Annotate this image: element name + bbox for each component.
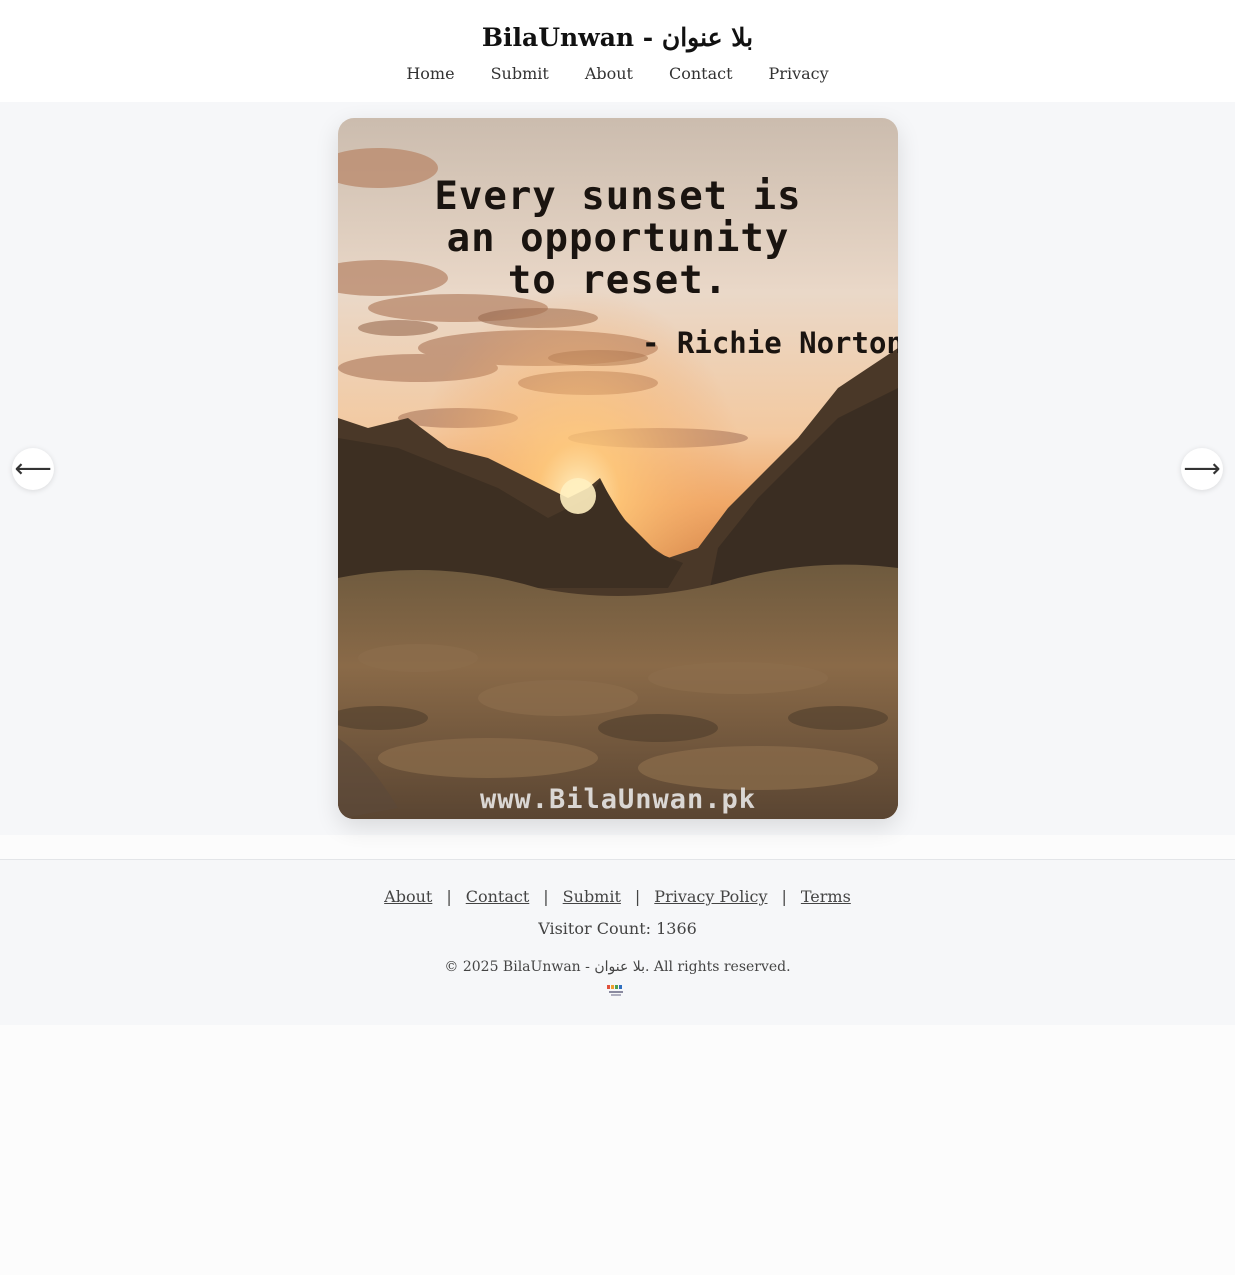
footer-submit-link[interactable]: Submit [563, 885, 621, 909]
main-nav: Home Submit About Contact Privacy [0, 62, 1235, 86]
footer-about-link[interactable]: About [384, 885, 432, 909]
quote-text: Every sunset is an opportunity to reset. [434, 174, 802, 303]
footer-terms-link[interactable]: Terms [801, 885, 851, 909]
prev-slide-button[interactable]: ⟵ [12, 448, 54, 490]
quote-slider: ⟵ Every sunset is an opportunity to rese… [0, 102, 1235, 835]
visitor-count: Visitor Count: 1366 [538, 919, 697, 938]
nav-about-link[interactable]: About [585, 62, 633, 86]
site-title[interactable]: BilaUnwan - بلا عنوان [0, 20, 1235, 56]
next-slide-button[interactable]: ⟶ [1181, 448, 1223, 490]
nav-submit-link[interactable]: Submit [491, 62, 549, 86]
footer-separator: | [634, 887, 641, 906]
footer-separator: | [446, 887, 452, 906]
nav-contact-link[interactable]: Contact [669, 62, 733, 86]
copyright-text: © 2025 BilaUnwan - بلا عنوان. All rights… [444, 959, 791, 975]
footer-separator: | [781, 887, 787, 906]
quote-image: Every sunset is an opportunity to reset.… [338, 118, 898, 819]
nav-privacy-link[interactable]: Privacy [769, 62, 829, 86]
site-header: BilaUnwan - بلا عنوان Home Submit About … [0, 0, 1235, 102]
nav-home-link[interactable]: Home [406, 62, 454, 86]
arrow-right-icon: ⟶ [1183, 454, 1221, 484]
footer-privacy-policy-link[interactable]: Privacy Policy [654, 885, 767, 909]
site-footer: About | Contact | Submit | Privacy Polic… [0, 859, 1235, 1025]
footer-links: About | Contact | Submit | Privacy Polic… [0, 885, 1235, 909]
arrow-left-icon: ⟵ [14, 454, 52, 484]
footer-contact-link[interactable]: Contact [466, 885, 530, 909]
image-watermark: www.BilaUnwan.pk [479, 784, 757, 815]
footer-separator: | [543, 887, 549, 906]
site-logo-icon [607, 985, 623, 996]
quote-author: - Richie Norton [642, 326, 898, 360]
